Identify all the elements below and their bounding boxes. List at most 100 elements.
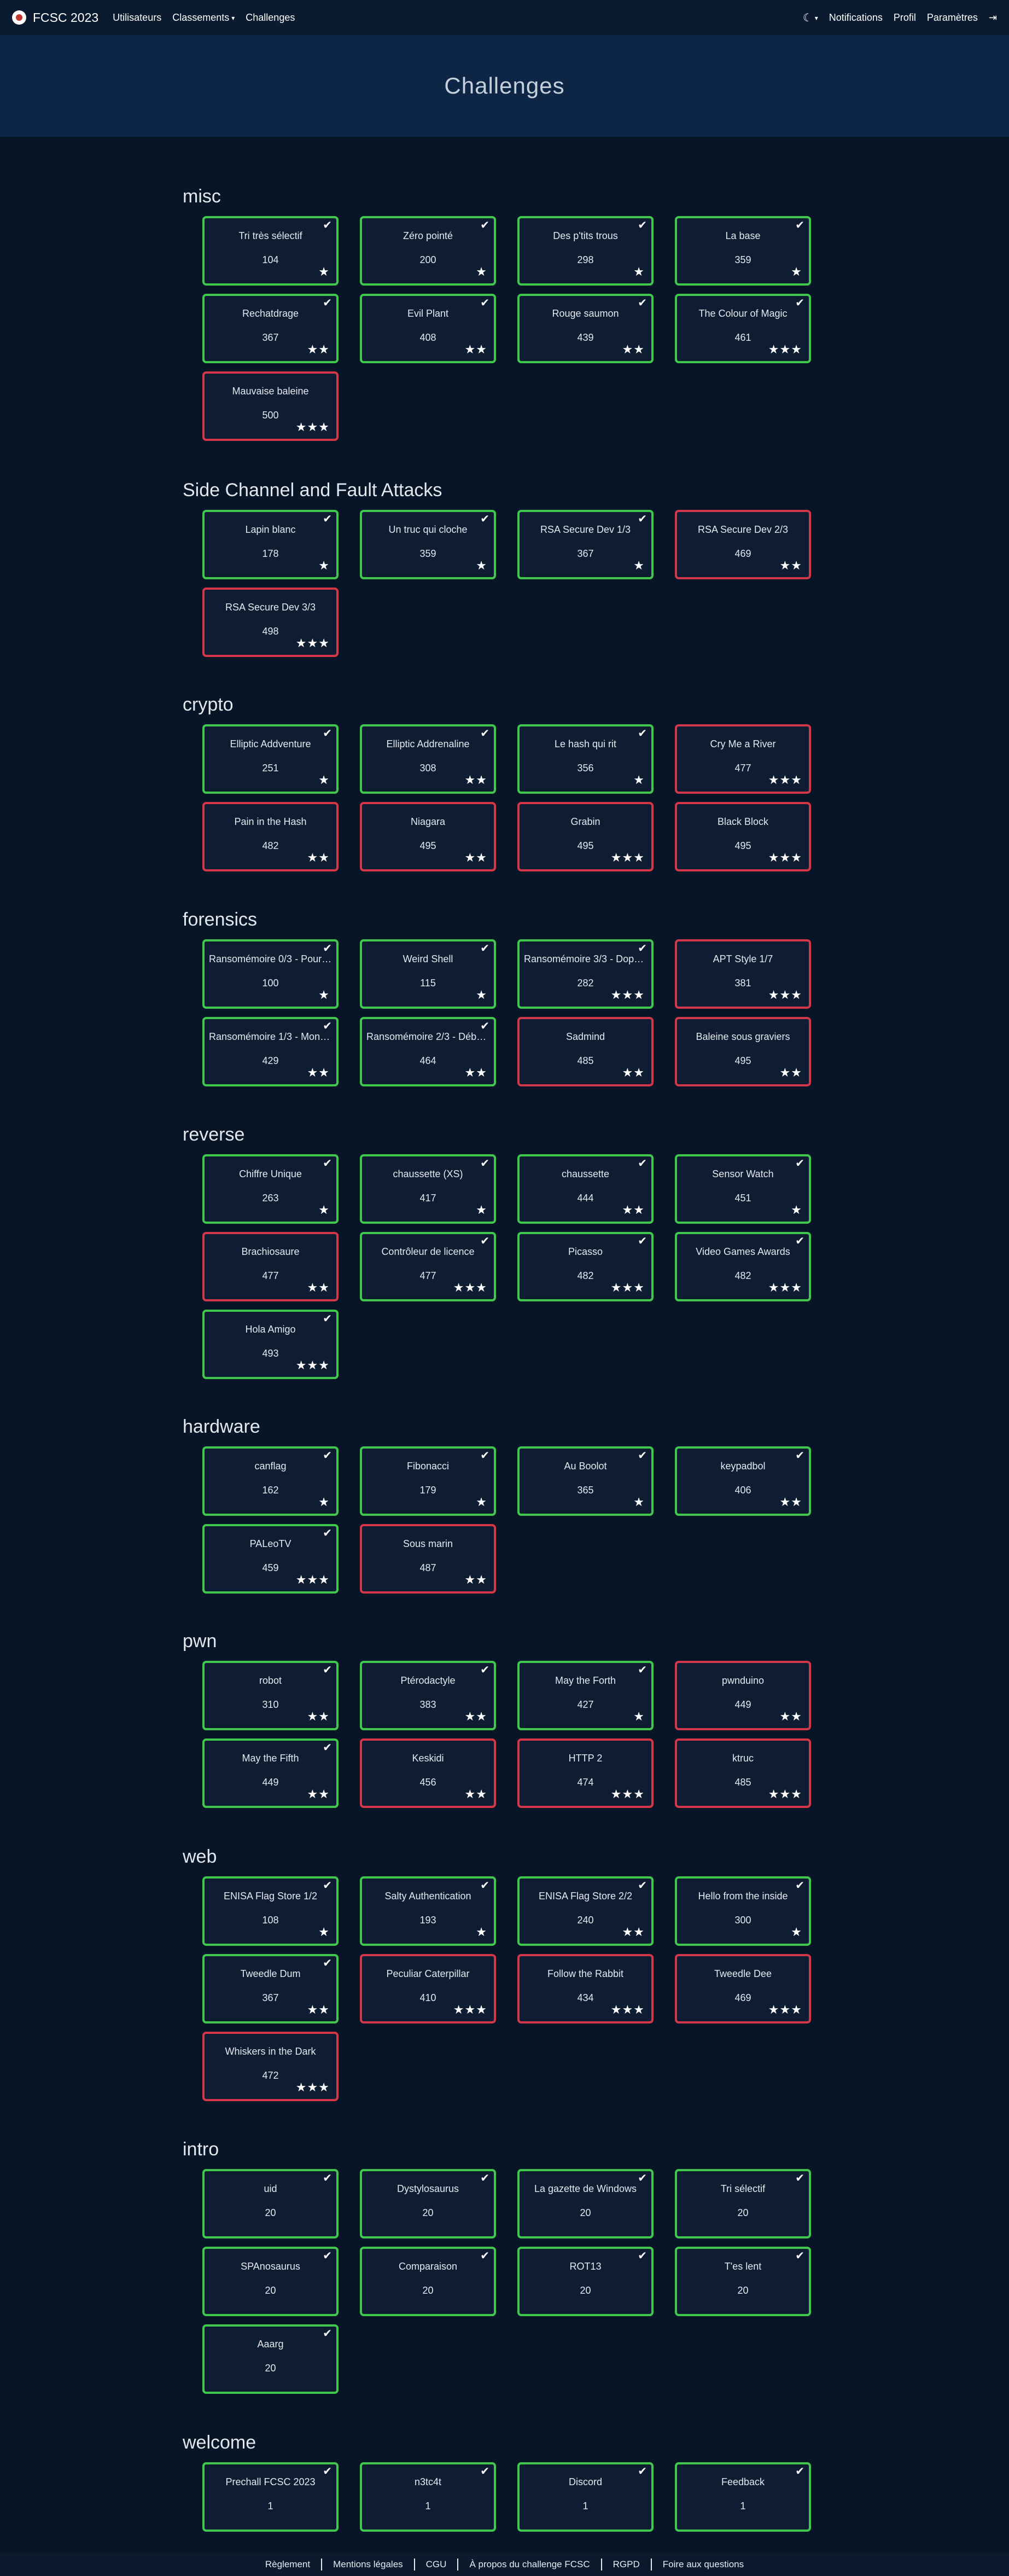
challenge-card[interactable]: Chiffre Unique 263 ✔ ★ xyxy=(202,1154,339,1224)
challenge-points: 381 xyxy=(734,978,751,988)
challenge-card[interactable]: Hola Amigo 493 ✔ ★★★ xyxy=(202,1310,339,1379)
challenge-card[interactable]: The Colour of Magic 461 ✔ ★★★ xyxy=(675,294,811,363)
nav-link-challenges[interactable]: Challenges xyxy=(246,12,295,24)
nav-right: ☾ ▾ Notifications Profil Paramètres ⇥ xyxy=(803,11,997,25)
challenge-card[interactable]: May the Fifth 449 ✔ ★★ xyxy=(202,1738,339,1808)
challenge-card[interactable]: T'es lent 20 ✔ xyxy=(675,2247,811,2316)
challenge-card[interactable]: APT Style 1/7 381 ★★★ xyxy=(675,939,811,1009)
challenge-card[interactable]: Prechall FCSC 2023 1 ✔ xyxy=(202,2462,339,2532)
challenge-card[interactable]: RSA Secure Dev 3/3 498 ★★★ xyxy=(202,588,339,657)
nav-link-notifications[interactable]: Notifications xyxy=(829,12,883,24)
challenge-card[interactable]: Zéro pointé 200 ✔ ★ xyxy=(360,216,496,286)
challenge-card[interactable]: Ransomémoire 1/3 - Mon précieux 429 ✔ ★★ xyxy=(202,1017,339,1086)
brand-title[interactable]: FCSC 2023 xyxy=(33,10,98,25)
challenge-card[interactable]: Sadmind 485 ★★ xyxy=(517,1017,654,1086)
challenge-card[interactable]: Grabin 495 ★★★ xyxy=(517,802,654,871)
challenge-card[interactable]: Rechatdrage 367 ✔ ★★ xyxy=(202,294,339,363)
challenge-card[interactable]: Discord 1 ✔ xyxy=(517,2462,654,2532)
challenge-card[interactable]: Tri très sélectif 104 ✔ ★ xyxy=(202,216,339,286)
challenge-card[interactable]: Aaarg 20 ✔ xyxy=(202,2324,339,2394)
footer-link-a-propos[interactable]: À propos du challenge FCSC xyxy=(457,2558,600,2571)
challenge-card[interactable]: robot 310 ✔ ★★ xyxy=(202,1661,339,1730)
star-icon: ★ xyxy=(464,1573,476,1586)
brand[interactable]: FCSC 2023 xyxy=(12,10,98,25)
challenge-card[interactable]: ENISA Flag Store 2/2 240 ✔ ★★ xyxy=(517,1876,654,1946)
challenge-card[interactable]: ktruc 485 ★★★ xyxy=(675,1738,811,1808)
nav-link-classements[interactable]: Classements ▾ xyxy=(172,12,235,24)
footer-link-cgu[interactable]: CGU xyxy=(413,2558,458,2571)
challenge-card[interactable]: Cry Me a River 477 ★★★ xyxy=(675,724,811,794)
logout-icon[interactable]: ⇥ xyxy=(989,12,997,24)
challenge-card[interactable]: Au Boolot 365 ✔ ★ xyxy=(517,1446,654,1516)
challenge-card[interactable]: uid 20 ✔ xyxy=(202,2169,339,2238)
challenge-card[interactable]: Ransomémoire 0/3 - Pour commencer 100 ✔ ★ xyxy=(202,939,339,1009)
challenge-card[interactable]: Follow the Rabbit 434 ★★★ xyxy=(517,1954,654,2023)
challenge-card[interactable]: Keskidi 456 ★★ xyxy=(360,1738,496,1808)
challenge-card[interactable]: Comparaison 20 ✔ xyxy=(360,2247,496,2316)
challenge-card[interactable]: Tri sélectif 20 ✔ xyxy=(675,2169,811,2238)
challenge-card[interactable]: HTTP 2 474 ★★★ xyxy=(517,1738,654,1808)
challenge-card[interactable]: La base 359 ✔ ★ xyxy=(675,216,811,286)
check-icon: ✔ xyxy=(795,297,804,309)
challenge-card[interactable]: Tweedle Dee 469 ★★★ xyxy=(675,1954,811,2023)
challenge-card[interactable]: ENISA Flag Store 1/2 108 ✔ ★ xyxy=(202,1876,339,1946)
challenge-card[interactable]: RSA Secure Dev 2/3 469 ★★ xyxy=(675,510,811,579)
challenge-card[interactable]: Mauvaise baleine 500 ★★★ xyxy=(202,371,339,441)
challenge-card[interactable]: Lapin blanc 178 ✔ ★ xyxy=(202,510,339,579)
challenge-card[interactable]: chaussette (XS) 417 ✔ ★ xyxy=(360,1154,496,1224)
challenge-card[interactable]: Ransomémoire 2/3 - Début d'investigation… xyxy=(360,1017,496,1086)
category-title: intro xyxy=(183,2139,219,2160)
challenge-card[interactable]: Black Block 495 ★★★ xyxy=(675,802,811,871)
challenge-card[interactable]: Pain in the Hash 482 ★★ xyxy=(202,802,339,871)
challenge-card[interactable]: canflag 162 ✔ ★ xyxy=(202,1446,339,1516)
challenge-card[interactable]: Niagara 495 ★★ xyxy=(360,802,496,871)
challenge-card[interactable]: Elliptic Addventure 251 ✔ ★ xyxy=(202,724,339,794)
star-icon: ★ xyxy=(318,1358,330,1372)
challenge-card[interactable]: Salty Authentication 193 ✔ ★ xyxy=(360,1876,496,1946)
challenge-card[interactable]: Rouge saumon 439 ✔ ★★ xyxy=(517,294,654,363)
challenge-card[interactable]: Ptérodactyle 383 ✔ ★★ xyxy=(360,1661,496,1730)
challenge-card[interactable]: Sous marin 487 ★★ xyxy=(360,1524,496,1594)
challenge-card[interactable]: Ransomémoire 3/3 - Doppelgänger282✔★★★ xyxy=(517,939,654,1009)
challenge-card[interactable]: La gazette de Windows 20 ✔ xyxy=(517,2169,654,2238)
challenge-card[interactable]: Dystylosaurus 20 ✔ xyxy=(360,2169,496,2238)
challenge-card[interactable]: chaussette 444 ✔ ★★ xyxy=(517,1154,654,1224)
footer-link-reglement[interactable]: Règlement xyxy=(254,2558,321,2571)
moon-icon[interactable]: ☾ ▾ xyxy=(803,11,818,25)
challenge-card[interactable]: Video Games Awards 482 ✔ ★★★ xyxy=(675,1232,811,1301)
footer-link-faq[interactable]: Foire aux questions xyxy=(650,2558,755,2571)
challenge-card[interactable]: Weird Shell 115 ✔ ★ xyxy=(360,939,496,1009)
challenge-card[interactable]: Un truc qui cloche 359 ✔ ★ xyxy=(360,510,496,579)
challenge-card[interactable]: Des p'tits trous 298 ✔ ★ xyxy=(517,216,654,286)
nav-link-parametres[interactable]: Paramètres xyxy=(927,12,978,24)
challenge-card[interactable]: Sensor Watch 451 ✔ ★ xyxy=(675,1154,811,1224)
challenge-card[interactable]: Whiskers in the Dark 472 ★★★ xyxy=(202,2032,339,2101)
challenge-card[interactable]: Contrôleur de licence 477 ✔ ★★★ xyxy=(360,1232,496,1301)
challenge-card[interactable]: Fibonacci 179 ✔ ★ xyxy=(360,1446,496,1516)
challenge-card[interactable]: ROT13 20 ✔ xyxy=(517,2247,654,2316)
footer-link-rgpd[interactable]: RGPD xyxy=(600,2558,651,2571)
nav-link-utilisateurs[interactable]: Utilisateurs xyxy=(113,12,161,24)
challenge-card[interactable]: SPAnosaurus 20 ✔ xyxy=(202,2247,339,2316)
challenge-card[interactable]: Peculiar Caterpillar 410 ★★★ xyxy=(360,1954,496,2023)
challenge-card[interactable]: Hello from the inside 300 ✔ ★ xyxy=(675,1876,811,1946)
star-icon: ★ xyxy=(791,1495,802,1509)
challenge-card[interactable]: n3tc4t 1 ✔ xyxy=(360,2462,496,2532)
challenge-card[interactable]: PALeoTV 459 ✔ ★★★ xyxy=(202,1524,339,1594)
challenge-card[interactable]: Baleine sous graviers 495 ★★ xyxy=(675,1017,811,1086)
difficulty-stars: ★ xyxy=(791,265,802,279)
challenge-card[interactable]: Elliptic Addrenaline 308 ✔ ★★ xyxy=(360,724,496,794)
challenge-card[interactable]: pwnduino 449 ★★ xyxy=(675,1661,811,1730)
challenge-card[interactable]: keypadbol 406 ✔ ★★ xyxy=(675,1446,811,1516)
challenge-card[interactable]: May the Forth 427 ✔ ★ xyxy=(517,1661,654,1730)
challenge-points: 240 xyxy=(577,1915,594,1926)
challenge-card[interactable]: RSA Secure Dev 1/3 367 ✔ ★ xyxy=(517,510,654,579)
nav-link-profil[interactable]: Profil xyxy=(894,12,916,24)
challenge-card[interactable]: Tweedle Dum 367 ✔ ★★ xyxy=(202,1954,339,2023)
challenge-card[interactable]: Le hash qui rit 356 ✔ ★ xyxy=(517,724,654,794)
challenge-card[interactable]: Feedback 1 ✔ xyxy=(675,2462,811,2532)
footer-link-mentions-legales[interactable]: Mentions légales xyxy=(321,2558,414,2571)
challenge-card[interactable]: Brachiosaure 477 ★★ xyxy=(202,1232,339,1301)
challenge-card[interactable]: Evil Plant 408 ✔ ★★ xyxy=(360,294,496,363)
challenge-card[interactable]: Picasso 482 ✔ ★★★ xyxy=(517,1232,654,1301)
